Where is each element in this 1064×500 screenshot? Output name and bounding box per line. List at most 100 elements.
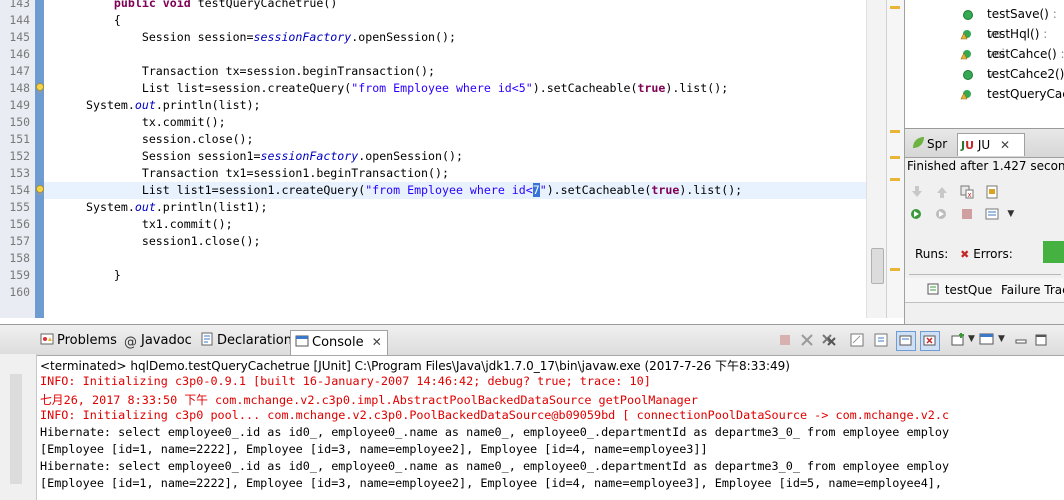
code-text[interactable]: tx1.commit(); <box>86 216 233 233</box>
overview-ruler[interactable] <box>886 0 904 318</box>
overview-warning-marker[interactable] <box>890 6 900 9</box>
problems-icon <box>40 333 54 345</box>
warning-method-icon <box>960 50 971 60</box>
editor-vertical-scrollbar[interactable] <box>866 0 887 318</box>
code-line[interactable]: 151 session.close(); <box>9 131 886 148</box>
terminate-icon[interactable] <box>776 331 794 349</box>
overview-warning-marker[interactable] <box>890 178 900 181</box>
code-line[interactable]: 150 tx.commit(); <box>9 114 886 131</box>
code-line[interactable]: 144 { <box>9 12 886 29</box>
display-console-icon[interactable] <box>978 331 996 349</box>
tab-spring[interactable]: Spr <box>909 133 955 155</box>
code-text[interactable]: Session session=sessionFactory.openSessi… <box>86 29 456 46</box>
lightbulb-warning-icon[interactable] <box>35 185 46 196</box>
line-number: 160 <box>9 285 30 299</box>
console-line: [Employee [id=1, name=2222], Employee [i… <box>40 442 708 456</box>
previous-failure-icon[interactable] <box>934 184 950 200</box>
code-text[interactable]: List list=session.createQuery("from Empl… <box>86 80 728 97</box>
overview-warning-marker[interactable] <box>890 130 900 133</box>
line-number: 151 <box>9 132 30 146</box>
tab-problems[interactable]: Problems <box>36 330 120 354</box>
close-icon[interactable]: ✕ <box>1000 138 1010 152</box>
tab-console[interactable]: Console ✕ <box>290 330 388 355</box>
remove-launch-icon[interactable] <box>798 331 816 349</box>
maximize-view-icon[interactable] <box>1032 331 1050 349</box>
rerun-failed-first-icon[interactable] <box>934 206 950 222</box>
error-icon: ✖ <box>960 248 970 261</box>
code-line[interactable]: 146 <box>9 46 886 63</box>
show-console-on-error-icon[interactable] <box>920 331 940 351</box>
code-line[interactable]: 143 public void testQueryCachetrue() <box>9 0 886 12</box>
scroll-lock-icon[interactable] <box>872 331 890 349</box>
code-text[interactable]: tx.commit(); <box>86 114 226 131</box>
overview-warning-marker[interactable] <box>890 156 900 159</box>
outline-item[interactable]: testHql() : voi <box>905 24 1064 61</box>
line-number: 146 <box>9 47 30 61</box>
subtab-test-tree[interactable]: testQue <box>927 282 992 298</box>
junit-subtabs: testQue Failure Trac <box>905 278 1064 303</box>
editor-scroll-thumb[interactable] <box>871 248 884 284</box>
code-text[interactable]: session.close(); <box>86 131 254 148</box>
open-console-icon[interactable] <box>950 331 968 349</box>
console-left-scrollbar[interactable] <box>10 374 22 484</box>
code-line[interactable]: 155 System.out.println(list1); <box>9 199 886 216</box>
code-editor[interactable]: 143 public void testQueryCachetrue() 144 … <box>0 0 904 318</box>
outline-item[interactable]: testSave() : vo <box>905 4 1064 41</box>
scroll-lock-icon[interactable] <box>984 184 1000 200</box>
tab-declaration[interactable]: Declaration <box>196 330 292 354</box>
next-failure-icon[interactable] <box>909 184 925 200</box>
code-text[interactable]: public void testQueryCachetrue() <box>86 0 337 12</box>
pin-console-icon[interactable] <box>896 331 916 351</box>
code-line[interactable]: 156 tx1.commit(); <box>9 216 886 233</box>
overview-warning-marker[interactable] <box>890 268 900 271</box>
test-history-icon[interactable] <box>984 206 1000 222</box>
clear-console-icon[interactable] <box>848 331 866 349</box>
outline-item[interactable]: testCahce2() : <box>905 64 1064 101</box>
code-line[interactable]: 147 Transaction tx=session.beginTransact… <box>9 63 886 80</box>
code-text[interactable]: System.out.println(list1); <box>86 199 268 216</box>
errors-label: Errors: <box>973 247 1013 261</box>
code-text[interactable]: Transaction tx=session.beginTransaction(… <box>86 63 435 80</box>
tab-console-label: Console <box>312 335 364 350</box>
bottom-tab-bar: Problems @ Javadoc Declaration Console ✕ … <box>0 324 1064 356</box>
outline-item[interactable]: testCahce() : v <box>905 44 1064 81</box>
tab-junit-label: JU <box>977 138 991 152</box>
subtab-failure-trace[interactable]: Failure Trac <box>1001 282 1064 298</box>
outline-item[interactable]: testQueryCac <box>905 84 1064 104</box>
code-line[interactable]: 154 List list1=session1.createQuery("fro… <box>9 182 870 199</box>
chevron-down-icon[interactable]: ▼ <box>998 334 1005 344</box>
close-icon[interactable]: ✕ <box>372 335 382 349</box>
minimize-view-icon[interactable] <box>1012 331 1030 349</box>
chevron-down-icon[interactable]: ▼ <box>968 334 975 344</box>
code-line[interactable]: 159 } <box>9 267 886 284</box>
tab-junit[interactable]: JU JU ✕ <box>957 133 1025 156</box>
tab-javadoc[interactable]: @ Javadoc <box>120 330 196 354</box>
remove-all-terminated-icon[interactable] <box>820 331 838 349</box>
code-text[interactable]: System.out.println(list); <box>86 97 261 114</box>
chevron-down-icon[interactable]: ▼ <box>1007 209 1014 219</box>
code-text[interactable]: { <box>86 12 121 29</box>
console-icon <box>295 335 309 347</box>
code-text[interactable]: session1.close(); <box>86 233 261 250</box>
code-line[interactable]: 152 Session session1=sessionFactory.open… <box>9 148 886 165</box>
code-line[interactable]: 148 List list=session.createQuery("from … <box>9 80 886 97</box>
editor-lines[interactable]: 143 public void testQueryCachetrue() 144 … <box>9 0 886 318</box>
code-text[interactable]: List list1=session1.createQuery("from Em… <box>86 182 742 199</box>
line-number: 152 <box>9 149 30 163</box>
code-line[interactable]: 149 System.out.println(list); <box>9 97 886 114</box>
code-text[interactable]: } <box>86 267 121 284</box>
code-text[interactable]: Session session1=sessionFactory.openSess… <box>86 148 463 165</box>
code-line[interactable]: 145 Session session=sessionFactory.openS… <box>9 29 886 46</box>
stop-icon[interactable] <box>959 206 975 222</box>
show-failures-only-icon[interactable]: x <box>959 184 975 200</box>
code-line[interactable]: 153 Transaction tx1=session1.beginTransa… <box>9 165 886 182</box>
tab-javadoc-label: Javadoc <box>141 333 192 348</box>
junit-icon: JU <box>961 139 975 152</box>
code-text[interactable]: Transaction tx1=session1.beginTransactio… <box>86 165 449 182</box>
code-line[interactable]: 158 <box>9 250 886 267</box>
rerun-test-icon[interactable] <box>909 206 925 222</box>
code-line[interactable]: 157 session1.close(); <box>9 233 886 250</box>
code-line[interactable]: 160 <box>9 284 886 301</box>
line-number: 144 <box>9 13 30 27</box>
lightbulb-warning-icon[interactable] <box>35 83 46 94</box>
